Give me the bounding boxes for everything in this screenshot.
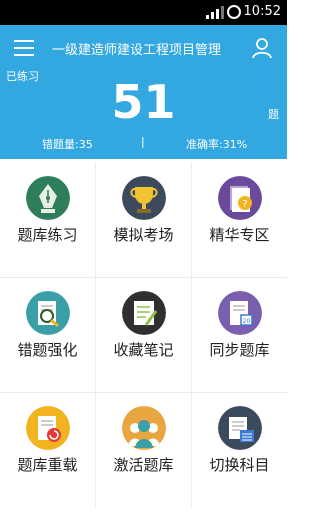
grid-item-reload-questions[interactable]: 题库重载 — [0, 392, 95, 507]
switch-doc-icon — [218, 406, 262, 450]
status-bar: 10:52 — [0, 0, 287, 25]
user-icon[interactable] — [252, 37, 272, 59]
pen-nib-icon — [26, 176, 70, 220]
grid-item-question-practice[interactable]: 题库练习 — [0, 162, 95, 277]
question-book-icon: ? — [218, 176, 262, 220]
svg-text:?: ? — [242, 199, 247, 210]
grid-item-label: 题库重载 — [17, 456, 78, 474]
page-title: 一级建造师建设工程项目管理 — [52, 43, 222, 58]
grid-item-label: 切换科目 — [209, 456, 270, 474]
grid-item-wrong-questions[interactable]: 错题强化 — [0, 277, 95, 392]
grid-item-label: 模拟考场 — [113, 226, 174, 244]
trophy-icon — [122, 176, 166, 220]
accuracy-rate: 准确率:31% — [186, 138, 248, 151]
header: 一级建造师建设工程项目管理 已练习 51 题 错题量:35 | 准确率:31% — [0, 25, 287, 159]
grid-item-label: 收藏笔记 — [113, 341, 174, 359]
grid-item-switch-subject[interactable]: 切换科目 — [192, 392, 287, 507]
alarm-icon — [227, 5, 241, 19]
grid-item-saved-notes[interactable]: 收藏笔记 — [96, 277, 191, 392]
grid-item-sync-questions[interactable]: 20 同步题库 — [192, 277, 287, 392]
signal-icon — [206, 6, 224, 19]
grid-item-label: 同步题库 — [209, 341, 270, 359]
svg-text:20: 20 — [243, 318, 251, 325]
grid-item-activate-questions[interactable]: 激活题库 — [96, 392, 191, 507]
grid-item-mock-exam[interactable]: 模拟考场 — [96, 162, 191, 277]
menu-icon[interactable] — [14, 40, 34, 56]
feature-grid: 题库练习 模拟考场 ? 精华专区 错题强化 收藏笔记 20 同步题库 题库重载 … — [0, 162, 287, 507]
grid-item-label: 错题强化 — [17, 341, 78, 359]
wrong-count: 错题量:35 — [42, 138, 93, 151]
calendar-doc-icon: 20 — [218, 291, 262, 335]
grid-item-label: 精华专区 — [209, 226, 270, 244]
status-time: 10:52 — [243, 4, 281, 19]
notebook-pencil-icon — [122, 291, 166, 335]
grid-item-label: 题库练习 — [17, 226, 78, 244]
reload-doc-icon — [26, 406, 70, 450]
stats-separator: | — [141, 135, 145, 148]
magnifier-doc-icon — [26, 291, 70, 335]
grid-item-label: 激活题库 — [113, 456, 174, 474]
stats-bar: 错题量:35 | 准确率:31% — [0, 134, 287, 156]
people-icon — [122, 406, 166, 450]
count-unit: 题 — [268, 108, 279, 121]
practiced-count: 51 — [111, 75, 176, 129]
grid-item-essentials[interactable]: ? 精华专区 — [192, 162, 287, 277]
